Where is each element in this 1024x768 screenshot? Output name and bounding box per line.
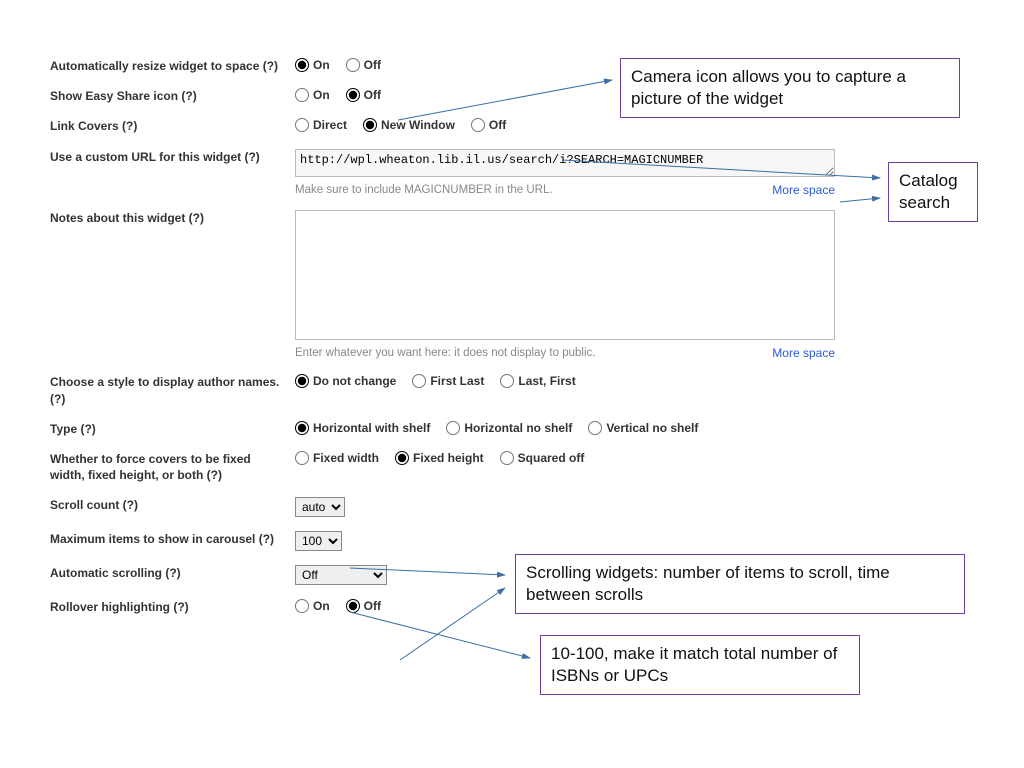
- label-type: Type (?): [50, 421, 295, 437]
- select-maxitems[interactable]: 100: [295, 531, 342, 551]
- label-resize: Automatically resize widget to space (?): [50, 58, 295, 74]
- radio-label-on: On: [313, 58, 330, 72]
- radio-label: Do not change: [313, 374, 396, 388]
- settings-form: Automatically resize widget to space (?)…: [50, 58, 840, 630]
- callout-isbn: 10-100, make it match total number of IS…: [540, 635, 860, 695]
- radio-type-vnoshelf[interactable]: [588, 421, 602, 435]
- label-maxitems: Maximum items to show in carousel (?): [50, 531, 295, 547]
- radio-linkcovers-off[interactable]: [471, 118, 485, 132]
- label-forcecover: Whether to force covers to be fixed widt…: [50, 451, 295, 483]
- radio-label: First Last: [430, 374, 484, 388]
- radio-rollover-on[interactable]: [295, 599, 309, 613]
- hint-customurl: Make sure to include MAGICNUMBER in the …: [295, 183, 553, 198]
- input-col-notes: Enter whatever you want here: it does no…: [295, 210, 840, 361]
- radio-type-hshelf[interactable]: [295, 421, 309, 435]
- row-scrollcount: Scroll count (?) auto: [50, 497, 840, 517]
- radios-authorstyle: Do not change First Last Last, First: [295, 374, 840, 388]
- radio-author-firstlast[interactable]: [412, 374, 426, 388]
- radio-label: Off: [364, 599, 381, 613]
- label-scrollcount: Scroll count (?): [50, 497, 295, 513]
- radio-label: Off: [489, 118, 506, 132]
- select-scrollcount[interactable]: auto: [295, 497, 345, 517]
- hint-notes: Enter whatever you want here: it does no…: [295, 346, 595, 361]
- radios-linkcovers: Direct New Window Off: [295, 118, 840, 132]
- radio-rollover-off[interactable]: [346, 599, 360, 613]
- radio-label: Squared off: [518, 451, 585, 465]
- radio-easyshare-on[interactable]: [295, 88, 309, 102]
- radio-force-width[interactable]: [295, 451, 309, 465]
- more-space-link[interactable]: More space: [772, 183, 835, 198]
- radio-type-hnoshelf[interactable]: [446, 421, 460, 435]
- radio-label: Fixed width: [313, 451, 379, 465]
- more-space-link[interactable]: More space: [772, 346, 835, 361]
- input-notes[interactable]: [295, 210, 835, 340]
- label-customurl: Use a custom URL for this widget (?): [50, 149, 295, 165]
- row-linkcovers: Link Covers (?) Direct New Window Off: [50, 118, 840, 134]
- row-customurl: Use a custom URL for this widget (?) Mak…: [50, 149, 840, 198]
- radio-easyshare-off[interactable]: [346, 88, 360, 102]
- radio-label-off: Off: [364, 58, 381, 72]
- radio-label-off: Off: [364, 88, 381, 102]
- row-maxitems: Maximum items to show in carousel (?) 10…: [50, 531, 840, 551]
- radio-label: Direct: [313, 118, 347, 132]
- label-easyshare: Show Easy Share icon (?): [50, 88, 295, 104]
- label-autoscroll: Automatic scrolling (?): [50, 565, 295, 581]
- callout-scrolling: Scrolling widgets: number of items to sc…: [515, 554, 965, 614]
- radio-force-squared[interactable]: [500, 451, 514, 465]
- label-linkcovers: Link Covers (?): [50, 118, 295, 134]
- radio-label-on: On: [313, 88, 330, 102]
- label-authorstyle: Choose a style to display author names. …: [50, 374, 295, 406]
- radio-label: On: [313, 599, 330, 613]
- select-autoscroll[interactable]: Off: [295, 565, 387, 585]
- row-type: Type (?) Horizontal with shelf Horizonta…: [50, 421, 840, 437]
- radio-force-height[interactable]: [395, 451, 409, 465]
- radios-type: Horizontal with shelf Horizontal no shel…: [295, 421, 840, 435]
- callout-catalog: Catalog search: [888, 162, 978, 222]
- radio-label: Vertical no shelf: [606, 421, 698, 435]
- row-forcecover: Whether to force covers to be fixed widt…: [50, 451, 840, 483]
- radio-label: Fixed height: [413, 451, 484, 465]
- radio-label: Horizontal with shelf: [313, 421, 430, 435]
- radio-resize-on[interactable]: [295, 58, 309, 72]
- radios-forcecover: Fixed width Fixed height Squared off: [295, 451, 840, 465]
- radio-label: New Window: [381, 118, 455, 132]
- radio-author-lastfirst[interactable]: [500, 374, 514, 388]
- input-col-customurl: Make sure to include MAGICNUMBER in the …: [295, 149, 840, 198]
- radio-author-donotchange[interactable]: [295, 374, 309, 388]
- row-notes: Notes about this widget (?) Enter whatev…: [50, 210, 840, 361]
- radio-resize-off[interactable]: [346, 58, 360, 72]
- callout-camera: Camera icon allows you to capture a pict…: [620, 58, 960, 118]
- label-notes: Notes about this widget (?): [50, 210, 295, 226]
- label-rollover: Rollover highlighting (?): [50, 599, 295, 615]
- radio-linkcovers-direct[interactable]: [295, 118, 309, 132]
- radio-linkcovers-newwindow[interactable]: [363, 118, 377, 132]
- input-customurl[interactable]: [295, 149, 835, 177]
- radio-label: Horizontal no shelf: [464, 421, 572, 435]
- row-authorstyle: Choose a style to display author names. …: [50, 374, 840, 406]
- radio-label: Last, First: [518, 374, 575, 388]
